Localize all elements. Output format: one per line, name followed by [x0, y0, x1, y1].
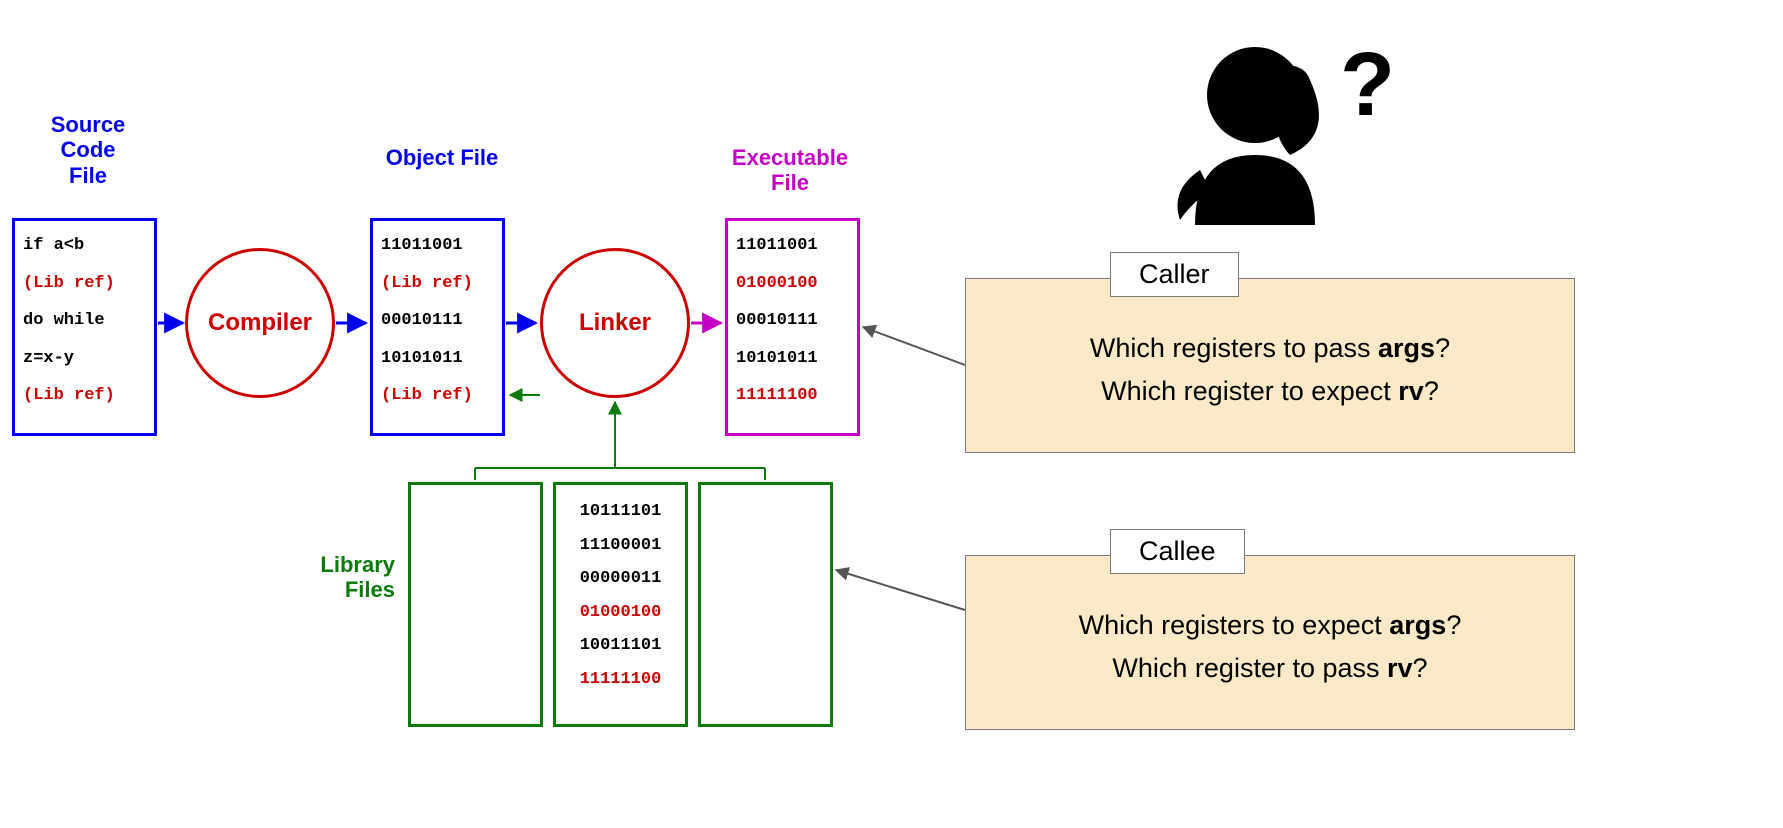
- callee-tab: Callee: [1110, 529, 1245, 574]
- library-files-label: Library Files: [295, 552, 395, 603]
- linker-node: Linker: [540, 248, 690, 398]
- linker-label: Linker: [579, 309, 651, 337]
- obj-line: 10101011: [381, 340, 494, 378]
- object-file-label: Object File: [372, 145, 512, 170]
- executable-label: Executable File: [715, 145, 865, 196]
- library-box-1: [408, 482, 543, 727]
- exe-line: 11111100: [736, 377, 849, 415]
- src-line: if a<b: [23, 227, 146, 265]
- exe-line: 00010111: [736, 302, 849, 340]
- compiler-label: Compiler: [208, 309, 312, 337]
- obj-line: (Lib ref): [381, 377, 494, 415]
- source-code-box: if a<b (Lib ref) do while z=x-y (Lib ref…: [12, 218, 157, 436]
- src-line: z=x-y: [23, 340, 146, 378]
- callee-q2: Which register to pass rv?: [990, 647, 1550, 690]
- exe-line: 01000100: [736, 265, 849, 303]
- callee-note: Which registers to expect args? Which re…: [965, 555, 1575, 730]
- lib-line: 10111101: [564, 495, 677, 529]
- compiler-node: Compiler: [185, 248, 335, 398]
- exe-line: 10101011: [736, 340, 849, 378]
- svg-text:?: ?: [1340, 35, 1395, 135]
- lib-line: 01000100: [564, 596, 677, 630]
- lib-line: 10011101: [564, 629, 677, 663]
- obj-line: 11011001: [381, 227, 494, 265]
- exe-line: 11011001: [736, 227, 849, 265]
- src-line: do while: [23, 302, 146, 340]
- library-box-2: 10111101 11100001 00000011 01000100 1001…: [553, 482, 688, 727]
- library-box-3: [698, 482, 833, 727]
- source-code-label: Source Code File: [18, 112, 158, 188]
- src-line: (Lib ref): [23, 265, 146, 303]
- obj-line: (Lib ref): [381, 265, 494, 303]
- caller-tab: Caller: [1110, 252, 1239, 297]
- lib-line: 11100001: [564, 529, 677, 563]
- obj-line: 00010111: [381, 302, 494, 340]
- callee-q1: Which registers to expect args?: [990, 604, 1550, 647]
- object-file-box: 11011001 (Lib ref) 00010111 10101011 (Li…: [370, 218, 505, 436]
- executable-box: 11011001 01000100 00010111 10101011 1111…: [725, 218, 860, 436]
- caller-note: Which registers to pass args? Which regi…: [965, 278, 1575, 453]
- lib-line: 00000011: [564, 562, 677, 596]
- lib-line: 11111100: [564, 663, 677, 697]
- thinking-person-icon: ?: [1135, 25, 1395, 240]
- caller-q1: Which registers to pass args?: [990, 327, 1550, 370]
- caller-q2: Which register to expect rv?: [990, 370, 1550, 413]
- src-line: (Lib ref): [23, 377, 146, 415]
